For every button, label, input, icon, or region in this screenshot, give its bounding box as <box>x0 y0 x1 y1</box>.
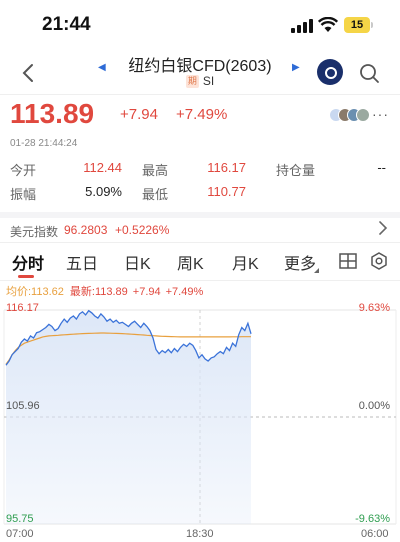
open-label: 今开 <box>10 163 37 178</box>
layout-grid-icon[interactable] <box>339 253 357 269</box>
usd-index-row[interactable]: 美元指数 96.2803 +0.5226% <box>0 218 400 242</box>
community-avatars[interactable] <box>329 108 370 122</box>
settings-icon[interactable] <box>370 252 388 270</box>
x-tick-start: 07:00 <box>6 528 34 540</box>
instrument-subtitle: 期 SI <box>112 74 288 88</box>
instrument-title: 纽约白银CFD(2603) <box>128 58 272 75</box>
app-logo[interactable] <box>317 59 343 85</box>
tab-more[interactable]: 更多 <box>284 250 316 274</box>
signal-icon <box>291 19 313 33</box>
y-tick-mid-pct: 0.00% <box>358 400 390 412</box>
search-icon[interactable] <box>358 62 380 84</box>
status-time: 21:44 <box>42 14 91 35</box>
chevron-right-icon <box>379 221 388 235</box>
price-area-fill <box>6 310 251 524</box>
y-tick-mid: 105.96 <box>6 400 40 412</box>
quote-timestamp: 01-28 21:44:24 <box>10 138 78 149</box>
y-tick-low-pct: -9.63% <box>355 513 390 525</box>
wifi-icon <box>318 17 338 32</box>
y-tick-high-pct: 9.63% <box>358 302 390 314</box>
x-tick-end: 06:00 <box>361 528 389 540</box>
low-label: 最低 <box>142 187 169 202</box>
open-value: 112.44 <box>83 160 122 175</box>
header: ◀ 纽约白银CFD(2603) ▶ 期 SI <box>0 50 400 98</box>
usd-index-label: 美元指数 <box>10 225 59 239</box>
last-price: 113.89 <box>10 98 95 129</box>
y-tick-low: 95.75 <box>6 513 34 525</box>
instrument-symbol: SI <box>202 74 215 88</box>
usd-index-value: 96.2803 <box>64 223 108 237</box>
high-label: 最高 <box>142 163 169 178</box>
price-change: +7.94 <box>120 106 158 123</box>
low-value: 110.77 <box>207 184 246 199</box>
prev-instrument-icon[interactable]: ◀ <box>98 62 106 73</box>
active-tab-indicator <box>18 275 34 278</box>
status-bar: 21:44 15 <box>0 0 400 50</box>
next-instrument-icon[interactable]: ▶ <box>292 62 300 73</box>
tab-intraday[interactable]: 分时 <box>12 250 44 274</box>
usd-index-change: +0.5226% <box>115 223 170 237</box>
tab-daily-k[interactable]: 日K <box>124 250 151 274</box>
x-tick-mid: 18:30 <box>186 528 214 540</box>
open-interest-label: 持仓量 <box>276 163 316 178</box>
divider <box>0 94 400 95</box>
tab-weekly-k[interactable]: 周K <box>177 250 204 274</box>
intraday-chart[interactable] <box>0 296 400 542</box>
more-icon[interactable]: ··· <box>372 106 389 122</box>
y-tick-high: 116.17 <box>6 302 39 314</box>
price-change-pct: +7.49% <box>176 106 228 123</box>
amplitude-value: 5.09% <box>85 184 122 199</box>
high-value: 116.17 <box>207 160 246 175</box>
tab-monthly-k[interactable]: 月K <box>232 250 259 274</box>
divider <box>0 242 400 243</box>
battery-tip <box>371 22 373 28</box>
dropdown-triangle-icon <box>314 268 319 273</box>
open-interest-value: -- <box>377 160 386 175</box>
tab-five-day[interactable]: 五日 <box>66 250 98 274</box>
divider <box>0 280 400 281</box>
futures-tag: 期 <box>185 75 199 88</box>
avatar <box>356 108 370 122</box>
battery-icon: 15 <box>344 17 370 33</box>
amplitude-label: 振幅 <box>10 187 37 202</box>
back-icon[interactable] <box>18 62 40 84</box>
